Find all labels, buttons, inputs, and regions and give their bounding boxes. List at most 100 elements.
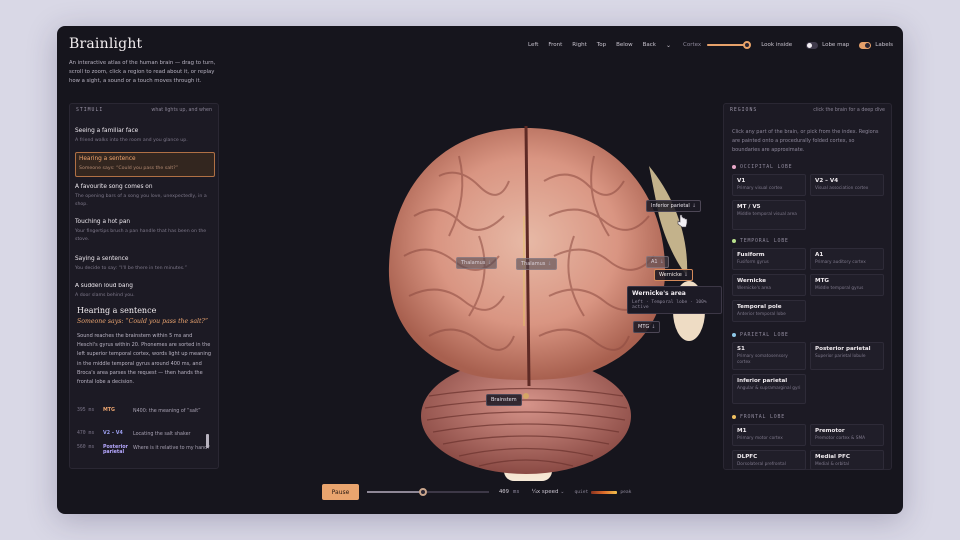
brain-label-brainstem[interactable]: Brainstem <box>486 394 522 406</box>
cortex-slider[interactable] <box>707 41 752 49</box>
region-card-wernicke[interactable]: Wernicke Wernicke's area <box>732 274 806 296</box>
region-card-fusiform[interactable]: Fusiform Fusiform gyrus <box>732 248 806 270</box>
chevron-down-icon[interactable]: ⌄ <box>666 42 671 49</box>
time-readout: 409 <box>499 489 509 495</box>
region-card-premotor[interactable]: Premotor Premotor cortex & SMA <box>810 424 884 446</box>
brain-label-thalamus-left[interactable]: Thalamus ↓ <box>456 257 497 269</box>
look-inside-button[interactable]: Look inside <box>761 42 792 48</box>
view-back-button[interactable]: Back <box>643 42 656 48</box>
stimulus-item[interactable]: Seeing a familiar face A friend walks in… <box>75 128 214 145</box>
card-name: Posterior parietal <box>815 346 871 352</box>
arrow-down-icon: ↓ <box>651 324 656 330</box>
timeline-ms: 470 ms <box>77 431 95 436</box>
timeline-note: N400: the meaning of “salt” <box>133 409 201 414</box>
card-desc: Middle temporal gyrus <box>815 286 864 291</box>
scrubber-knob[interactable] <box>419 488 428 496</box>
stimulus-item[interactable]: Touching a hot pan Your fingertips brush… <box>75 219 214 244</box>
card-desc: Visual association cortex <box>815 186 869 191</box>
regions-header: REGIONS click the brain for a deep dive <box>730 108 885 113</box>
stimulus-detail: Hearing a sentence Someone says: “Could … <box>77 306 213 387</box>
lobe-dot <box>732 415 736 419</box>
card-desc: Angular & supramarginal gyri <box>737 386 801 391</box>
view-left-button[interactable]: Left <box>528 42 538 48</box>
detail-title: Hearing a sentence <box>77 306 157 315</box>
stimulus-item[interactable]: A sudden loud bang A door slams behind y… <box>75 283 214 303</box>
speed-value: ¼x speed <box>531 489 559 495</box>
card-name: Premotor <box>815 428 845 434</box>
card-name: V2 – V4 <box>815 178 839 184</box>
brain-label-thalamus-right[interactable]: Thalamus ↓ <box>516 258 557 270</box>
view-right-button[interactable]: Right <box>572 42 586 48</box>
stimulus-item[interactable]: Saying a sentence You decide to say: “I'… <box>75 256 214 273</box>
region-card-mt-v5[interactable]: MT / V5 Middle temporal visual area <box>732 200 806 230</box>
arrow-down-icon: ↓ <box>487 260 492 266</box>
region-card-dlpfc[interactable]: DLPFC Dorsolateral prefrontal <box>732 450 806 470</box>
cortex-label: Cortex <box>683 42 702 48</box>
tooltip-meta: Left · Temporal lobe · 100% active <box>632 300 707 310</box>
label-text: Brainstem <box>491 397 517 403</box>
arrow-down-icon: ↓ <box>691 203 697 209</box>
region-card-inferior-parietal[interactable]: Inferior parietal Angular & supramargina… <box>732 374 806 404</box>
region-card-v2-v4[interactable]: V2 – V4 Visual association cortex <box>810 174 884 196</box>
cortex-slider-knob[interactable] <box>743 41 752 49</box>
card-name: V1 <box>737 178 746 184</box>
card-name: MT / V5 <box>737 204 761 210</box>
region-card-s1[interactable]: S1 Primary somatosensory cortex <box>732 342 806 370</box>
card-name: Medial PFC <box>815 454 850 460</box>
stimulus-title: Hearing a sentence <box>79 156 136 162</box>
stimulus-item[interactable]: A favourite song comes on The opening ba… <box>75 184 214 209</box>
card-name: S1 <box>737 346 745 352</box>
label-text: Wernicke <box>659 272 682 278</box>
region-card-m1[interactable]: M1 Primary motor cortex <box>732 424 806 446</box>
stimulus-sub: The opening bars of a song you love, une… <box>75 194 207 207</box>
card-desc: Medial & orbital <box>815 462 850 467</box>
pause-button[interactable]: Pause <box>322 484 359 500</box>
label-text: MTG <box>638 324 650 330</box>
lobe-header-occipital: OCCIPITAL LOBE <box>732 164 792 170</box>
view-top-button[interactable]: Top <box>597 42 606 48</box>
stimulus-sub: Your fingertips brush a pan handle that … <box>75 229 207 242</box>
card-desc: Primary motor cortex <box>737 436 783 441</box>
stimulus-item-active[interactable]: Hearing a sentence Someone says: “Could … <box>75 152 215 177</box>
activity-gradient-legend <box>591 490 618 494</box>
brain-label-inferior-parietal[interactable]: Inferior parietal ↓ <box>646 200 702 212</box>
regions-hint: click the brain for a deep dive <box>813 108 885 113</box>
brain-label-wernicke[interactable]: Wernicke ↓ <box>654 269 693 281</box>
card-desc: Anterior temporal lobe <box>737 312 786 317</box>
card-name: Wernicke <box>737 278 767 284</box>
card-desc: Dorsolateral prefrontal <box>737 462 786 467</box>
timeline-row[interactable]: 470 ms V2 – V4 Locating the salt shaker <box>77 431 213 439</box>
card-desc: Primary somatosensory cortex <box>737 354 788 365</box>
lobe-map-toggle[interactable] <box>806 41 819 49</box>
timeline-row[interactable]: 560 ms Posterior parietal Where is it re… <box>77 445 213 455</box>
brain-label-mtg[interactable]: MTG ↓ <box>633 321 661 333</box>
card-name: A1 <box>815 252 824 258</box>
lobe-dot <box>732 165 736 169</box>
lobe-name: FRONTAL LOBE <box>740 414 785 420</box>
brain-label-a1[interactable]: A1 ↓ <box>646 256 669 268</box>
card-name: Fusiform <box>737 252 765 258</box>
labels-toggle[interactable] <box>859 41 872 49</box>
stimulus-title: Touching a hot pan <box>75 219 131 225</box>
card-desc: Wernicke's area <box>737 286 771 291</box>
view-front-button[interactable]: Front <box>548 42 562 48</box>
region-card-mtg[interactable]: MTG Middle temporal gyrus <box>810 274 884 296</box>
playback-scrubber[interactable] <box>367 488 489 496</box>
toggle-dot <box>807 42 813 48</box>
arrow-down-icon: ↓ <box>659 259 664 265</box>
stimuli-title: STIMULI <box>76 108 104 113</box>
region-card-a1[interactable]: A1 Primary auditory cortex <box>810 248 884 270</box>
card-desc: Middle temporal visual area <box>737 212 797 217</box>
region-card-v1[interactable]: V1 Primary visual cortex <box>732 174 806 196</box>
timeline-row[interactable]: 395 ms MTG N400: the meaning of “salt” <box>77 408 213 416</box>
top-toolbar: Left Front Right Top Below Back ⌄ Cortex… <box>528 40 893 50</box>
region-card-temporal-pole[interactable]: Temporal pole Anterior temporal lobe <box>732 300 806 322</box>
stimuli-hint: what lights up, and when <box>151 108 212 113</box>
timeline-scrollbar[interactable] <box>206 434 209 448</box>
region-card-medial-pfc[interactable]: Medial PFC Medial & orbital <box>810 450 884 470</box>
stimulus-title: A sudden loud bang <box>75 283 133 289</box>
stimulus-sub: Someone says: “Could you pass the salt?” <box>79 166 179 171</box>
region-card-posterior-parietal[interactable]: Posterior parietal Superior parietal lob… <box>810 342 884 370</box>
speed-select[interactable]: ¼x speed ⌄ <box>532 489 565 495</box>
view-below-button[interactable]: Below <box>616 42 633 48</box>
